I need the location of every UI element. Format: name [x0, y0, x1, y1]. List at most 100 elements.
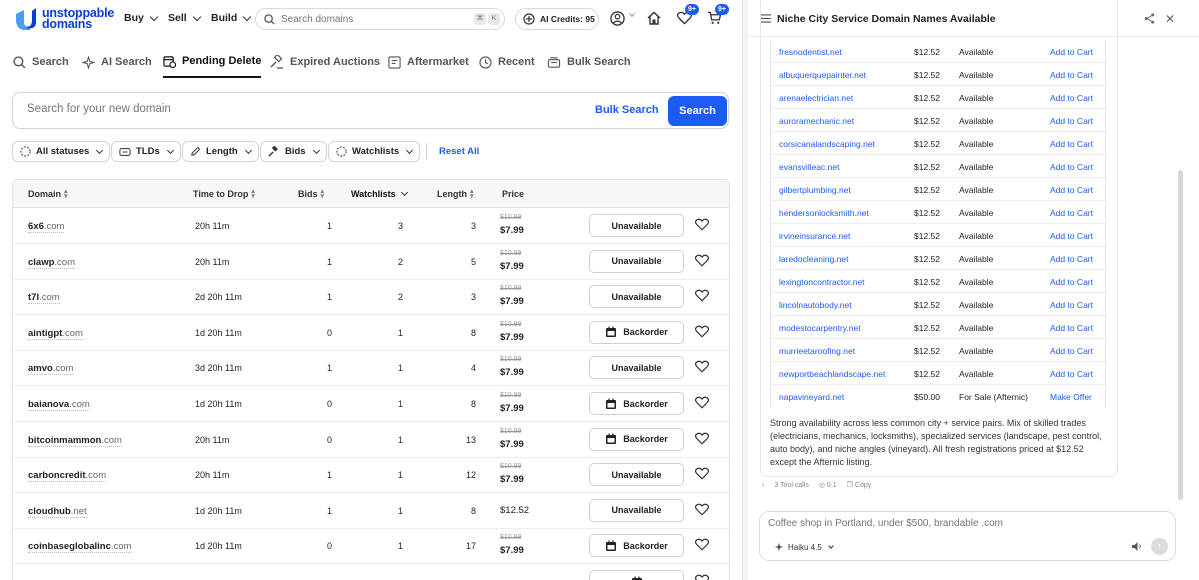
table-row[interactable]: bitcoinmammon.com 20h 11m 0 1 13 $10.99 $7.99 B… [13, 422, 729, 458]
add-to-cart-link[interactable]: Add to Cart [1050, 116, 1093, 126]
unavailable-button[interactable]: Unavailable [589, 463, 684, 487]
add-to-cart-link[interactable]: Add to Cart [1050, 277, 1093, 287]
result-domain-link[interactable]: laredocleaning.net [779, 254, 848, 264]
table-row[interactable]: aintigpt.com 1d 20h 11m 0 1 8 $10.99 $7.99 Back… [13, 315, 729, 351]
watchlist-heart-icon[interactable] [694, 289, 710, 304]
watchlist-heart-icon[interactable] [694, 574, 710, 580]
add-to-cart-link[interactable]: Add to Cart [1050, 208, 1093, 218]
tab-search[interactable]: Search [13, 46, 69, 78]
backorder-button[interactable] [589, 570, 684, 580]
table-row[interactable]: clawp.com 20h 11m 1 2 5 $10.99 $7.99 Unavailabl… [13, 244, 729, 280]
unavailable-button[interactable]: Unavailable [589, 214, 684, 237]
chevron-right-icon[interactable]: › [762, 482, 764, 489]
bids-filter[interactable]: Bids [260, 141, 327, 162]
ai-credits-button[interactable]: AI Credits: 95 [515, 8, 599, 30]
add-to-cart-link[interactable]: Add to Cart [1050, 93, 1093, 103]
tab-expired-auctions[interactable]: Expired Auctions [270, 46, 380, 78]
result-domain-link[interactable]: gilbertplumbing.net [779, 185, 851, 195]
domain-name[interactable]: t7l.com [28, 292, 60, 305]
buy-menu[interactable]: Buy [124, 12, 159, 24]
col-domain[interactable]: Domain ▴ ▾ [28, 188, 68, 200]
unavailable-button[interactable]: Unavailable [589, 498, 684, 522]
add-to-cart-link[interactable]: Add to Cart [1050, 47, 1093, 57]
reset-all-link[interactable]: Reset All [439, 146, 479, 157]
domain-search-box[interactable]: ⌘ K [255, 8, 505, 30]
domain-name[interactable]: coinbaseglobalinc.com [28, 541, 132, 554]
domain-name[interactable]: bitcoinmammon.com [28, 434, 122, 447]
watchlist-heart-icon[interactable] [694, 538, 710, 553]
watchlist-heart-icon[interactable] [694, 218, 710, 233]
result-domain-link[interactable]: evansvilleac.net [779, 162, 839, 172]
watchlist-heart-icon[interactable] [694, 396, 710, 411]
domain-name[interactable]: amvo.com [28, 363, 74, 376]
length-filter[interactable]: Length [182, 141, 259, 162]
unavailable-button[interactable]: Unavailable [589, 285, 684, 309]
backorder-button[interactable]: Backorder [589, 534, 684, 558]
watchlist-heart-icon[interactable] [694, 467, 710, 482]
tab-pending-delete[interactable]: Pending Delete [163, 46, 262, 78]
tab-ai-search[interactable]: AI Search [82, 46, 152, 78]
result-domain-link[interactable]: irvineinsurance.net [779, 231, 850, 241]
backorder-button[interactable]: Backorder [589, 427, 684, 451]
watchlist-heart-icon[interactable] [694, 432, 710, 447]
table-row[interactable]: t7l.com 2d 20h 11m 1 2 3 $10.99 $7.99 Unavailab… [13, 279, 729, 316]
home-icon[interactable] [647, 11, 661, 25]
chat-input[interactable] [768, 518, 1068, 529]
result-domain-link[interactable]: murrieetaroofing.net [779, 346, 855, 356]
table-row[interactable]: coinbaseglobalinc.com 1d 20h 11m 0 1 17 $10.9… [13, 528, 729, 565]
col-watchlists[interactable]: Watchlists [351, 188, 408, 199]
domain-name[interactable]: baianova.com [28, 399, 90, 411]
tool-calls-toggle[interactable]: 3 Tool calls [774, 482, 809, 489]
add-to-cart-link[interactable]: Add to Cart [1050, 139, 1093, 149]
share-icon[interactable] [1144, 13, 1155, 24]
table-row[interactable]: baianova.com 1d 20h 11m 0 1 8 $10.99 $7.99 Back… [13, 386, 729, 422]
backorder-button[interactable]: Backorder [589, 320, 684, 344]
bulk-search-link[interactable]: Bulk Search [595, 104, 659, 116]
domain-search-input[interactable] [281, 13, 461, 25]
model-selector[interactable]: Haiku 4.5 [774, 542, 834, 552]
account-icon[interactable] [610, 11, 625, 26]
new-domain-search-input[interactable] [27, 103, 427, 115]
unstoppable-logo-icon[interactable] [14, 8, 38, 30]
col-bids[interactable]: Bids ▴ ▾ [298, 188, 324, 200]
result-domain-link[interactable]: fresnodentist.net [779, 47, 842, 57]
table-row[interactable]: carboncredit.com 20h 11m 1 1 12 $10.99 $7.99 Un… [13, 457, 729, 494]
domain-name[interactable]: carboncredit.com [28, 470, 107, 483]
tab-bulk-search[interactable]: Bulk Search [547, 46, 631, 78]
result-domain-link[interactable]: albuquerquepainter.net [779, 70, 866, 80]
unavailable-button[interactable]: Unavailable [589, 356, 684, 380]
search-button[interactable]: Search [668, 96, 727, 126]
domain-name[interactable]: cloudhub.net [28, 505, 87, 518]
make-offer-link[interactable]: Make Offer [1050, 392, 1092, 402]
add-to-cart-link[interactable]: Add to Cart [1050, 162, 1093, 172]
result-domain-link[interactable]: hendersonlocksmith.net [779, 208, 869, 218]
account-chevron-icon[interactable] [629, 11, 635, 17]
add-to-cart-link[interactable]: Add to Cart [1050, 346, 1093, 356]
brand-name[interactable]: unstoppable domains [42, 7, 114, 31]
backorder-button[interactable]: Backorder [589, 392, 684, 415]
add-to-cart-link[interactable]: Add to Cart [1050, 254, 1093, 264]
build-menu[interactable]: Build [211, 12, 252, 24]
table-row[interactable]: 6x6.com 20h 11m 1 3 3 $10.99 $7.99 Unavailable [13, 208, 729, 244]
panel-scrollbar[interactable] [1178, 170, 1183, 500]
tab-aftermarket[interactable]: Aftermarket [388, 46, 469, 78]
tab-recent[interactable]: Recent [479, 46, 535, 78]
domain-name[interactable]: clawp.com [28, 256, 75, 269]
add-to-cart-link[interactable]: Add to Cart [1050, 323, 1093, 333]
result-domain-link[interactable]: napavineyard.net [779, 392, 844, 402]
add-to-cart-link[interactable]: Add to Cart [1050, 369, 1093, 379]
result-domain-link[interactable]: lexingtoncontractor.net [779, 277, 865, 287]
status-filter[interactable]: All statuses [12, 141, 111, 162]
watchlist-heart-icon[interactable] [694, 325, 710, 340]
result-domain-link[interactable]: newportbeachlandscape.net [779, 369, 885, 379]
watchlist-heart-icon[interactable] [694, 503, 710, 518]
add-to-cart-link[interactable]: Add to Cart [1050, 185, 1093, 195]
watchlists-filter[interactable]: Watchlists [328, 141, 421, 162]
result-domain-link[interactable]: lincolnautobody.net [779, 300, 852, 310]
result-domain-link[interactable]: auroramechanic.net [779, 116, 854, 126]
domain-name[interactable]: 6x6.com [28, 221, 65, 233]
watchlist-heart-icon[interactable] [694, 360, 710, 375]
result-domain-link[interactable]: corsicanalandscaping.net [779, 139, 875, 149]
table-row[interactable]: cloudhub.net 1d 20h 11m 1 1 8 $12.52 Unavailab… [13, 493, 729, 529]
result-domain-link[interactable]: modestocarpentry.net [779, 323, 861, 333]
